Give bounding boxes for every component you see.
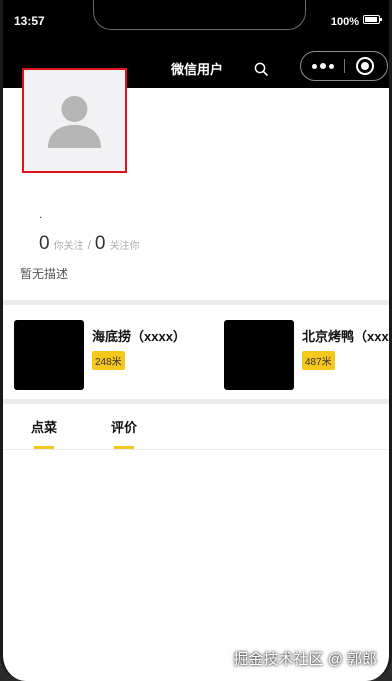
tab-reviews-indicator (114, 446, 134, 449)
phone-screen: 13:57 100% 微信用户 . 0 你关注 / 0 关注你 暂无描述 海底捞… (0, 0, 392, 681)
section-divider (3, 300, 389, 305)
more-dots-icon[interactable] (301, 52, 344, 80)
restaurant-thumbnail[interactable] (224, 320, 294, 390)
watermark: 掘金技术社区 @ 郭郎 (233, 651, 377, 668)
status-time: 13:57 (14, 14, 45, 28)
mini-program-capsule (300, 51, 388, 81)
restaurant-card[interactable]: 北京烤鸭（xxxx） 487米 (224, 320, 389, 390)
restaurant-name[interactable]: 北京烤鸭（xxxx） (302, 326, 389, 345)
nickname: . (39, 207, 43, 221)
battery-level: 100% (330, 16, 359, 28)
person-silhouette-icon (48, 96, 101, 148)
avatar[interactable] (22, 68, 127, 173)
notch (93, 0, 306, 30)
profile-description: 暂无描述 (20, 267, 69, 281)
restaurant-info: 北京烤鸭（xxxx） 487米 (302, 320, 389, 390)
tab-order[interactable]: 点菜 (31, 417, 57, 436)
tab-reviews[interactable]: 评价 (111, 417, 137, 436)
following-label: 你关注 (53, 241, 84, 252)
stats-separator: / (87, 238, 91, 252)
battery-icon (363, 15, 382, 24)
follow-stats: 0 你关注 / 0 关注你 (39, 233, 140, 255)
capsule-divider (344, 59, 345, 73)
mini-program-close-icon[interactable] (356, 57, 374, 75)
restaurant-thumbnail[interactable] (14, 320, 84, 390)
following-count[interactable]: 0 (39, 233, 50, 255)
page-title: 微信用户 (171, 62, 224, 77)
search-icon[interactable] (254, 62, 268, 76)
status-bar: 13:57 100% (3, 0, 389, 48)
tab-bar: 点菜 评价 (3, 405, 389, 450)
distance-badge: 487米 (302, 351, 335, 370)
section-divider (3, 399, 389, 404)
restaurant-info: 海底捞（xxxx） 248米 (92, 320, 186, 390)
followers-count[interactable]: 0 (95, 233, 106, 255)
restaurant-card[interactable]: 海底捞（xxxx） 248米 (14, 320, 214, 390)
distance-badge: 248米 (92, 351, 125, 370)
followers-label: 关注你 (109, 241, 140, 252)
restaurant-name[interactable]: 海底捞（xxxx） (92, 326, 186, 345)
tab-order-indicator (34, 446, 54, 449)
